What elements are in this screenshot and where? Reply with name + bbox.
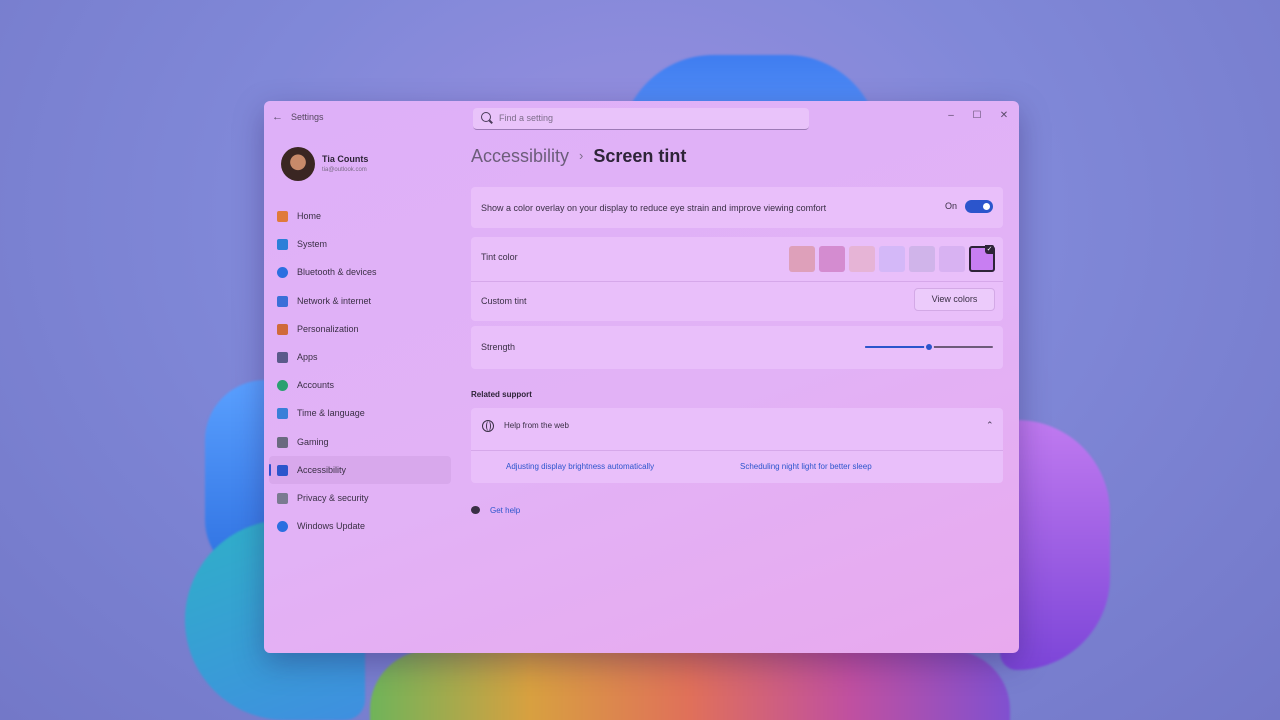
update-icon [277, 521, 288, 533]
breadcrumb-separator: › [579, 148, 584, 163]
network-icon [277, 295, 288, 307]
title-bar: ← Settings – ☐ ✕ [264, 101, 1019, 135]
screen-tint-toggle[interactable] [965, 200, 993, 213]
sidebar-item-gaming[interactable]: Gaming [269, 428, 451, 456]
maximize-button[interactable]: ☐ [970, 110, 984, 121]
sidebar-item-system[interactable]: System [269, 230, 451, 258]
sidebar-item-label: Accessibility [297, 464, 347, 475]
chevron-up-icon: ⌃ [986, 420, 994, 430]
sidebar-item-apps[interactable]: Apps [269, 343, 451, 371]
search-box[interactable] [473, 108, 809, 130]
user-name: Tia Counts [322, 154, 369, 164]
bluetooth-icon [277, 267, 288, 279]
tint-swatch[interactable] [909, 246, 935, 272]
minimize-button[interactable]: – [944, 110, 958, 121]
sidebar-item-personalization[interactable]: Personalization [269, 315, 451, 343]
apps-icon [277, 351, 288, 363]
accounts-icon [277, 380, 288, 392]
page-title: Accessibility › Screen tint [471, 146, 686, 167]
user-email: tia@outlook.com [322, 167, 367, 173]
strength-card: Strength [471, 326, 1003, 369]
sidebar-item-label: Bluetooth & devices [297, 267, 377, 278]
sidebar-item-label: Windows Update [297, 521, 366, 532]
accessibility-icon [277, 464, 288, 476]
view-colors-button[interactable]: View colors [914, 288, 995, 311]
sidebar-item-label: Time & language [297, 408, 365, 419]
close-button[interactable]: ✕ [997, 110, 1011, 121]
sidebar-item-time-language[interactable]: Time & language [269, 399, 451, 427]
help-from-web-header[interactable]: Help from the web ⌃ [471, 408, 1003, 446]
sidebar-item-home[interactable]: Home [269, 202, 451, 230]
search-input[interactable] [497, 112, 801, 124]
sidebar-item-network-internet[interactable]: Network & internet [269, 287, 451, 315]
get-help-icon [471, 506, 480, 514]
breadcrumb-parent[interactable]: Accessibility [471, 146, 569, 166]
time-language-icon [277, 408, 288, 420]
sidebar-item-label: Apps [297, 351, 318, 362]
related-support-title: Related support [471, 390, 532, 399]
tint-swatch[interactable] [789, 246, 815, 272]
tint-color-label: Tint color [481, 252, 518, 262]
wallpaper-petal [370, 650, 1010, 720]
shield-icon [277, 492, 288, 504]
back-arrow-icon[interactable]: ← [272, 111, 283, 123]
sidebar-item-privacy-security[interactable]: Privacy & security [269, 484, 451, 512]
screen-tint-toggle-card: Show a color overlay on your display to … [471, 187, 1003, 228]
tint-swatch[interactable] [939, 246, 965, 272]
sidebar-item-label: Personalization [297, 323, 359, 334]
system-icon [277, 239, 288, 251]
help-from-web-card: Help from the web ⌃ Adjusting display br… [471, 408, 1003, 483]
sidebar-item-windows-update[interactable]: Windows Update [269, 512, 451, 540]
sidebar-item-label: Network & internet [297, 295, 372, 306]
tint-swatch[interactable] [969, 245, 995, 272]
breadcrumb-current: Screen tint [593, 146, 687, 166]
sidebar-item-label: Home [297, 211, 322, 221]
home-icon [277, 211, 288, 222]
help-from-web-label: Help from the web [504, 421, 569, 430]
toggle-state-label: On [945, 201, 958, 211]
sidebar-item-label: Accounts [297, 380, 335, 391]
strength-slider[interactable] [865, 342, 993, 352]
gaming-icon [277, 436, 288, 448]
tint-swatch[interactable] [879, 246, 905, 272]
sidebar-nav: Home System Bluetooth & devices Network & i… [269, 202, 451, 540]
sidebar-item-accessibility[interactable]: Accessibility [269, 455, 451, 484]
brush-icon [277, 323, 288, 335]
link-display-brightness[interactable]: Adjusting display brightness automatical… [506, 462, 654, 471]
sidebar-item-label: Privacy & security [297, 492, 369, 503]
search-icon [481, 112, 491, 122]
slider-fill [865, 346, 929, 348]
link-night-light[interactable]: Scheduling night light for better sleep [740, 462, 872, 471]
app-title: Settings [291, 112, 324, 122]
divider [471, 450, 1003, 451]
divider [471, 281, 1003, 282]
sidebar-item-accounts[interactable]: Accounts [269, 371, 451, 399]
globe-icon [482, 420, 494, 432]
sidebar-item-label: Gaming [297, 436, 329, 447]
slider-thumb[interactable] [924, 342, 934, 352]
tint-swatch[interactable] [819, 246, 845, 272]
strength-label: Strength [481, 342, 516, 352]
tint-color-card: Tint color Custom tint View colors [471, 237, 1003, 321]
sidebar-item-label: System [297, 239, 328, 250]
get-help-link[interactable]: Get help [490, 506, 520, 515]
tint-swatch[interactable] [849, 246, 875, 272]
toggle-knob [983, 203, 990, 210]
overlay-description: Show a color overlay on your display to … [481, 203, 827, 213]
custom-tint-label: Custom tint [481, 296, 527, 306]
settings-window: ← Settings – ☐ ✕ Tia Counts tia@outlook.… [264, 101, 1019, 653]
sidebar-item-bluetooth-devices[interactable]: Bluetooth & devices [269, 258, 451, 286]
avatar [281, 147, 315, 181]
